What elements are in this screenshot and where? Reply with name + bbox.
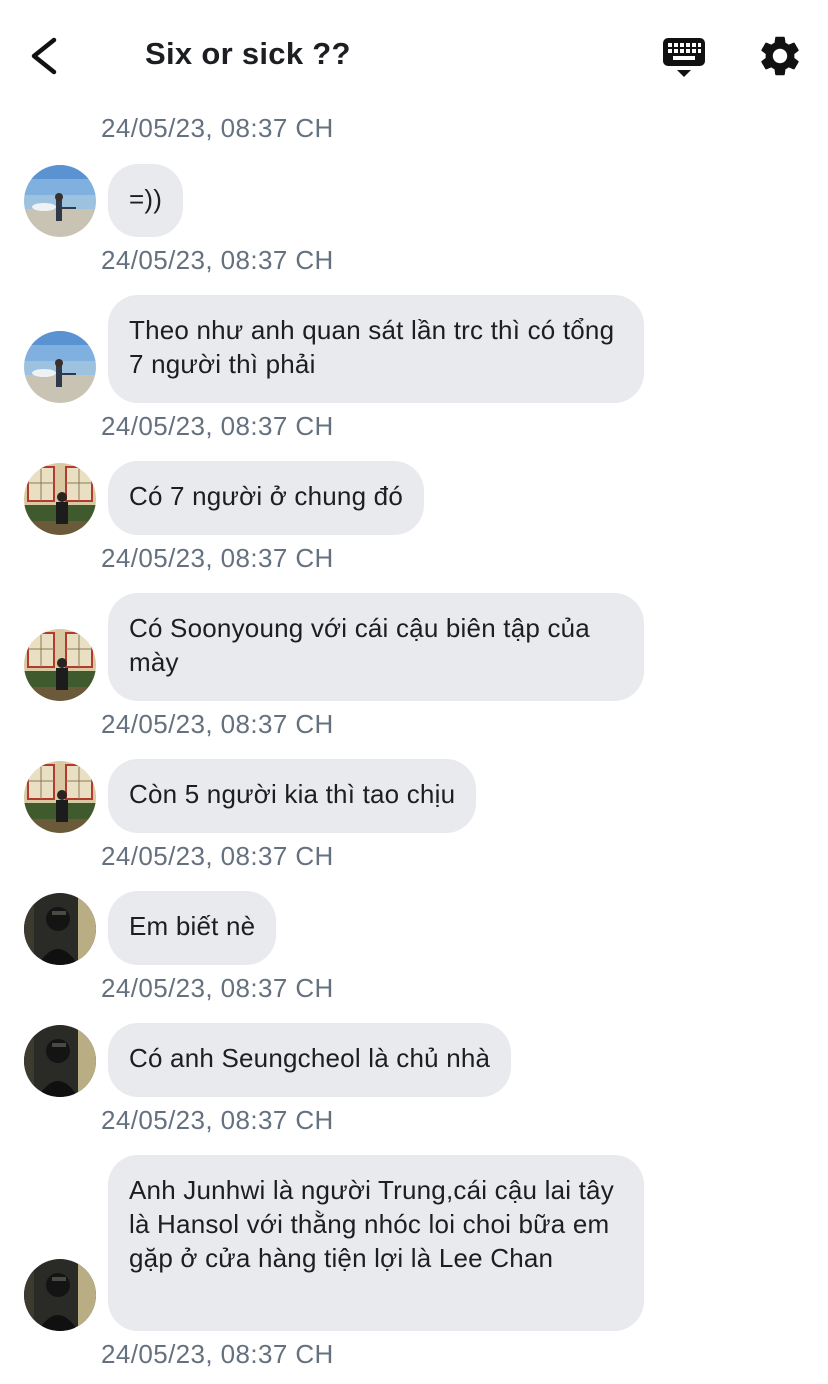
message-bubble[interactable]: Anh Junhwi là người Trung,cái cậu lai tâ… bbox=[108, 1155, 644, 1331]
message-bubble[interactable]: Có anh Seungcheol là chủ nhà bbox=[108, 1023, 512, 1097]
message-timestamp: 24/05/23, 08:37 CH bbox=[101, 709, 334, 739]
message-bubble[interactable]: Còn 5 người kia thì tao chịu bbox=[108, 759, 477, 833]
message-bubble[interactable]: =)) bbox=[108, 164, 184, 237]
keyboard-icon bbox=[663, 38, 705, 77]
back-button[interactable] bbox=[22, 30, 70, 82]
message-timestamp: 24/05/23, 08:37 CH bbox=[101, 543, 334, 573]
avatar[interactable] bbox=[24, 761, 96, 833]
message-timestamp: 24/05/23, 08:37 CH bbox=[101, 841, 334, 871]
settings-button[interactable] bbox=[756, 32, 804, 80]
avatar[interactable] bbox=[24, 629, 96, 701]
avatar[interactable] bbox=[24, 463, 96, 535]
avatar[interactable] bbox=[24, 165, 96, 237]
message-timestamp: 24/05/23, 08:37 CH bbox=[101, 1105, 334, 1135]
avatar[interactable] bbox=[24, 331, 96, 403]
avatar[interactable] bbox=[24, 1259, 96, 1331]
chat-title: Six or sick ?? bbox=[145, 36, 351, 71]
message-bubble[interactable]: Có 7 người ở chung đó bbox=[108, 461, 424, 535]
message-timestamp: 24/05/23, 08:37 CH bbox=[101, 1339, 334, 1369]
message-timestamp: 24/05/23, 08:37 CH bbox=[101, 411, 334, 441]
message-timestamp: 24/05/23, 08:37 CH bbox=[101, 245, 334, 275]
chevron-left-icon bbox=[31, 37, 57, 75]
avatar[interactable] bbox=[24, 893, 96, 965]
message-bubble[interactable]: Theo như anh quan sát lần trc thì có tổn… bbox=[108, 295, 644, 403]
message-bubble[interactable]: Em biết nè bbox=[108, 891, 277, 965]
message-timestamp: 24/05/23, 08:37 CH bbox=[101, 113, 334, 143]
keyboard-button[interactable] bbox=[660, 34, 708, 80]
message-bubble[interactable]: Có Soonyoung với cái cậu biên tập của mà… bbox=[108, 593, 644, 701]
chat-header: Six or sick ?? bbox=[0, 0, 828, 110]
gear-icon bbox=[761, 36, 799, 76]
avatar[interactable] bbox=[24, 1025, 96, 1097]
message-timestamp: 24/05/23, 08:37 CH bbox=[101, 973, 334, 1003]
